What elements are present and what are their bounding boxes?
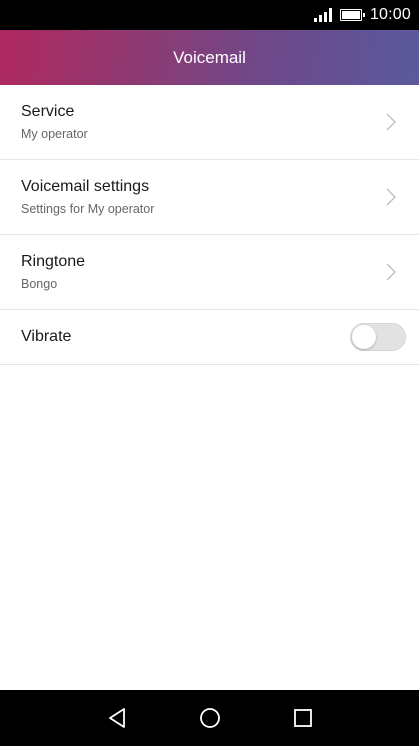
setting-voicemail-settings[interactable]: Voicemail settings Settings for My opera… [0,160,419,235]
signal-icon [313,8,332,22]
page-title: Voicemail [173,47,246,67]
chevron-right-icon [386,263,396,281]
setting-vibrate: Vibrate [0,310,419,365]
setting-value: Bongo [21,277,58,291]
setting-value: Settings for My operator [21,202,155,216]
setting-service[interactable]: Service My operator [0,85,419,160]
status-bar: 10:00 [0,0,419,30]
setting-label: Service [21,103,75,120]
chevron-right-icon [386,113,396,131]
voicemail-screen: 10:00 Voicemail Service My operator Voic… [0,0,419,746]
chevron-right-icon [386,188,396,206]
setting-label: Voicemail settings [21,178,150,195]
vibrate-toggle[interactable] [350,323,406,351]
setting-ringtone[interactable]: Ringtone Bongo [0,235,419,310]
home-icon[interactable] [198,706,222,730]
recents-icon[interactable] [291,706,315,730]
back-icon[interactable] [105,706,129,730]
settings-list: Service My operator Voicemail settings S… [0,85,419,365]
navigation-bar [0,690,419,746]
battery-icon [339,9,365,21]
status-clock: 10:00 [369,6,411,23]
setting-label: Ringtone [21,253,86,270]
setting-value: My operator [21,127,88,141]
app-bar: Voicemail [0,30,419,85]
toggle-knob [352,325,376,349]
